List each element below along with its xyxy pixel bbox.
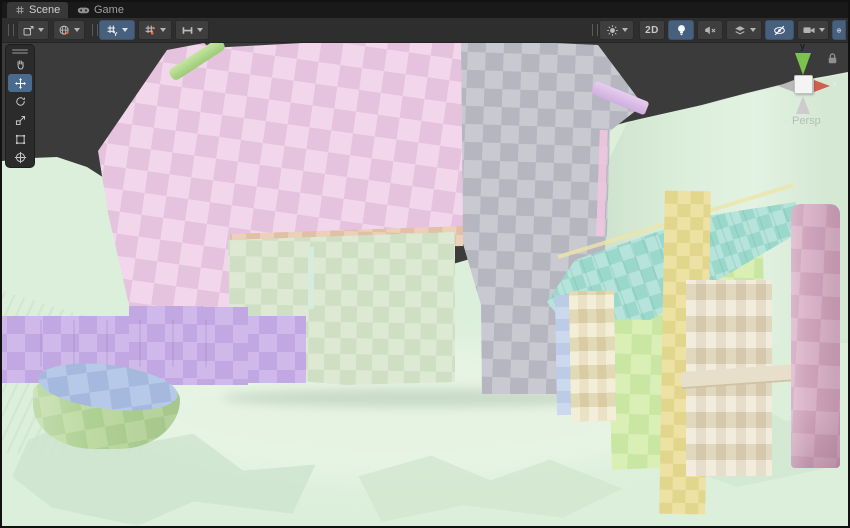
gizmo-cube[interactable] bbox=[794, 75, 813, 94]
effects-icon bbox=[733, 24, 747, 37]
tab-game[interactable]: Game bbox=[69, 2, 132, 18]
eye-slash-icon bbox=[772, 24, 787, 37]
axis-down-cone[interactable] bbox=[796, 96, 810, 114]
chevron-down-icon bbox=[197, 28, 203, 32]
2d-toggle-button[interactable]: 2D bbox=[639, 20, 665, 40]
scale-icon bbox=[14, 114, 27, 127]
shed-door-left[interactable] bbox=[569, 291, 616, 422]
chevron-down-icon bbox=[622, 28, 628, 32]
transform-tool-button[interactable] bbox=[8, 149, 32, 167]
axis-y-label: y bbox=[800, 43, 805, 51]
chevron-down-icon bbox=[819, 28, 825, 32]
tab-scene[interactable]: Scene bbox=[7, 2, 68, 18]
scene-visibility-button[interactable] bbox=[765, 20, 794, 40]
door-plank-shading bbox=[569, 291, 616, 422]
tab-game-label: Game bbox=[94, 4, 124, 16]
speaker-mute-icon bbox=[703, 24, 717, 37]
grid-snap-button[interactable] bbox=[138, 20, 172, 40]
gizmo-sphere-icon bbox=[836, 24, 842, 37]
chevron-down-icon bbox=[160, 28, 166, 32]
svg-text:Y: Y bbox=[114, 31, 118, 36]
axis-left-cone[interactable] bbox=[778, 80, 794, 92]
chevron-down-icon bbox=[122, 28, 128, 32]
axis-y-cone[interactable] bbox=[795, 53, 811, 75]
overlay-drag-handle[interactable] bbox=[12, 48, 28, 55]
scene-viewport[interactable]: y x ◄ Persp bbox=[2, 43, 848, 526]
axis-x-cone[interactable] bbox=[814, 80, 830, 92]
tab-bar: Scene Game bbox=[2, 2, 848, 18]
scale-tool-button[interactable] bbox=[8, 112, 32, 130]
scene-lighting-button[interactable] bbox=[668, 20, 694, 40]
gamepad-icon bbox=[77, 5, 90, 15]
axis-x-label: x bbox=[832, 78, 837, 88]
chevron-down-icon bbox=[74, 28, 80, 32]
transform-icon bbox=[14, 151, 27, 164]
grid-visibility-button[interactable]: Y bbox=[99, 20, 135, 40]
grid-icon bbox=[15, 5, 25, 15]
unity-scene-window: Scene Game Y bbox=[0, 0, 850, 528]
scene-toolbar: Y 2D bbox=[2, 18, 848, 43]
handle-rotation-button[interactable] bbox=[53, 20, 85, 40]
camera-settings-button[interactable] bbox=[797, 20, 829, 40]
gizmos-button[interactable] bbox=[832, 20, 846, 40]
audio-mute-button[interactable] bbox=[697, 20, 723, 40]
sun-icon bbox=[606, 24, 619, 37]
camera-icon bbox=[802, 24, 816, 36]
persp-text: Persp bbox=[792, 115, 821, 127]
overlay-drag-handle[interactable] bbox=[592, 24, 598, 36]
pink-pillar[interactable] bbox=[791, 204, 840, 468]
pivot-icon bbox=[22, 24, 35, 37]
grid-snap-icon bbox=[144, 24, 157, 37]
downspout bbox=[308, 247, 314, 309]
2d-label: 2D bbox=[645, 25, 659, 36]
move-tool-button[interactable] bbox=[8, 74, 32, 92]
move-icon bbox=[14, 77, 27, 90]
overlay-drag-handle[interactable] bbox=[92, 24, 98, 36]
snap-settings-button[interactable] bbox=[175, 20, 209, 40]
pivot-mode-button[interactable] bbox=[17, 20, 49, 40]
rect-tool-button[interactable] bbox=[8, 130, 32, 148]
tools-overlay bbox=[5, 44, 35, 168]
hand-tool-button[interactable] bbox=[8, 56, 32, 74]
projection-label[interactable]: ◄ Persp bbox=[781, 115, 821, 127]
hand-icon bbox=[14, 58, 27, 71]
effects-button[interactable] bbox=[726, 20, 762, 40]
lock-icon[interactable] bbox=[826, 52, 839, 65]
rect-icon bbox=[14, 133, 27, 146]
rotate-icon bbox=[14, 95, 27, 108]
chevron-down-icon bbox=[38, 28, 44, 32]
snap-h-icon bbox=[181, 24, 194, 37]
bulb-icon bbox=[675, 23, 688, 37]
grid-y-icon: Y bbox=[106, 24, 119, 37]
overlay-drag-handle[interactable] bbox=[8, 24, 14, 36]
globe-icon bbox=[58, 24, 71, 37]
pillar-shading bbox=[791, 204, 840, 468]
chevron-down-icon bbox=[750, 28, 756, 32]
persp-arrow-icon: ◄ bbox=[781, 116, 789, 125]
tab-scene-label: Scene bbox=[29, 4, 60, 16]
rotate-tool-button[interactable] bbox=[8, 93, 32, 111]
draw-mode-button[interactable] bbox=[599, 20, 634, 40]
